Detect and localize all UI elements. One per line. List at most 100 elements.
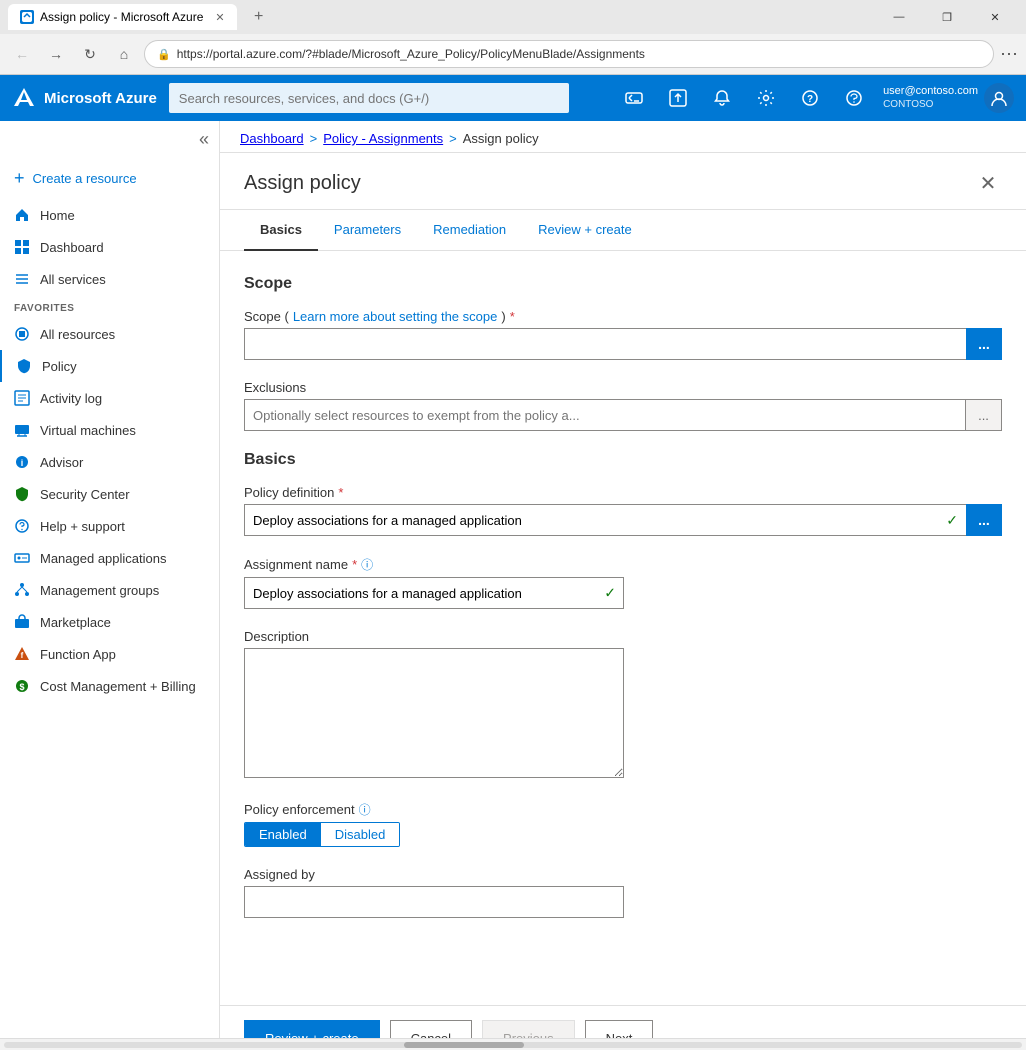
help-icon[interactable]: ? — [795, 83, 825, 113]
sidebar-item-management-groups[interactable]: Management groups — [0, 574, 219, 606]
azure-search[interactable] — [169, 83, 569, 113]
new-tab-button[interactable]: + — [245, 3, 273, 31]
review-create-button[interactable]: Review + create — [244, 1020, 380, 1038]
sidebar-item-marketplace[interactable]: Marketplace — [0, 606, 219, 638]
svg-text:?: ? — [807, 94, 813, 105]
tab-remediation[interactable]: Remediation — [417, 210, 522, 251]
create-resource-button[interactable]: + Create a resource — [0, 158, 219, 199]
scope-learn-more-link[interactable]: Learn more about setting the scope — [293, 309, 498, 324]
assigned-by-group: Assigned by — [244, 867, 1002, 918]
search-input[interactable] — [169, 83, 569, 113]
sidebar-item-advisor[interactable]: i Advisor — [0, 446, 219, 478]
sidebar-item-managed-apps[interactable]: Managed applications — [0, 542, 219, 574]
settings-icon[interactable] — [751, 83, 781, 113]
policy-enforcement-toggle[interactable]: Enabled Disabled — [244, 822, 400, 847]
home-icon — [14, 207, 30, 223]
horizontal-scrollbar[interactable] — [0, 1038, 1026, 1050]
tab-basics[interactable]: Basics — [244, 210, 318, 251]
breadcrumb-dashboard[interactable]: Dashboard — [240, 131, 304, 146]
form-content: Scope Scope (Learn more about setting th… — [220, 251, 1026, 1005]
sidebar-item-activity-log[interactable]: Activity log — [0, 382, 219, 414]
vm-icon — [14, 422, 30, 438]
forward-button[interactable]: → — [42, 40, 70, 68]
all-services-icon — [14, 271, 30, 287]
sidebar-item-help-support[interactable]: Help + support — [0, 510, 219, 542]
policy-label: Policy — [42, 359, 77, 374]
address-bar[interactable]: 🔒 https://portal.azure.com/?#blade/Micro… — [144, 40, 994, 68]
browser-tab[interactable]: Assign policy - Microsoft Azure ✕ — [8, 4, 237, 30]
upload-icon[interactable] — [663, 83, 693, 113]
sidebar-item-all-resources[interactable]: All resources — [0, 318, 219, 350]
tab-parameters[interactable]: Parameters — [318, 210, 417, 251]
scope-paren-close: ) — [501, 309, 505, 324]
enforcement-enabled-option[interactable]: Enabled — [245, 823, 321, 846]
assigned-by-label-text: Assigned by — [244, 867, 315, 882]
tab-close-icon[interactable]: ✕ — [215, 11, 224, 24]
sidebar-item-security-center[interactable]: Security Center — [0, 478, 219, 510]
sidebar-item-policy[interactable]: Policy — [0, 350, 219, 382]
scrollbar-track — [4, 1042, 1022, 1048]
help-support-label: Help + support — [40, 519, 125, 534]
azure-logo[interactable]: Microsoft Azure — [12, 86, 157, 110]
scope-group: Scope ( Learn more about setting the scop… — [244, 309, 1002, 360]
enforcement-disabled-option[interactable]: Disabled — [321, 823, 400, 846]
management-groups-label: Management groups — [40, 583, 159, 598]
sidebar-collapse[interactable]: « — [0, 121, 219, 158]
managed-apps-label: Managed applications — [40, 551, 166, 566]
scope-input[interactable] — [244, 328, 966, 360]
refresh-button[interactable]: ↻ — [76, 40, 104, 68]
browser-nav: ← → ↻ ⌂ 🔒 https://portal.azure.com/?#bla… — [0, 34, 1026, 74]
lock-icon: 🔒 — [157, 48, 171, 61]
breadcrumb-sep1: > — [310, 131, 318, 146]
sidebar-item-all-services[interactable]: All services — [0, 263, 219, 295]
notification-icon[interactable] — [707, 83, 737, 113]
cancel-button[interactable]: Cancel — [390, 1020, 472, 1038]
assigned-by-input[interactable] — [244, 886, 624, 918]
virtual-machines-label: Virtual machines — [40, 423, 136, 438]
scope-label-text: Scope ( — [244, 309, 289, 324]
home-nav-button[interactable]: ⌂ — [110, 40, 138, 68]
user-menu[interactable]: user@contoso.com CONTOSO — [883, 83, 1014, 113]
close-button[interactable]: ✕ — [972, 0, 1018, 34]
back-button[interactable]: ← — [8, 40, 36, 68]
assigned-by-label: Assigned by — [244, 867, 1002, 882]
collapse-icon[interactable]: « — [199, 129, 209, 150]
assignment-name-input[interactable] — [244, 577, 624, 609]
assignment-name-label: Assignment name * ⓘ — [244, 556, 1002, 573]
browser-menu-button[interactable]: ⋯ — [1000, 44, 1018, 65]
exclusions-input[interactable] — [245, 400, 965, 430]
cloud-shell-icon[interactable] — [619, 83, 649, 113]
marketplace-icon — [14, 614, 30, 630]
sidebar-item-home[interactable]: Home — [0, 199, 219, 231]
feedback-icon[interactable] — [839, 83, 869, 113]
sidebar-item-dashboard[interactable]: Dashboard — [0, 231, 219, 263]
scrollbar-thumb[interactable] — [404, 1042, 524, 1048]
policy-def-check-icon: ✓ — [946, 512, 958, 529]
sidebar-item-virtual-machines[interactable]: Virtual machines — [0, 414, 219, 446]
policy-definition-browse-button[interactable]: ... — [966, 504, 1002, 536]
restore-button[interactable]: ❐ — [924, 0, 970, 34]
security-center-label: Security Center — [40, 487, 130, 502]
assignment-name-input-wrapper: ✓ — [244, 577, 624, 609]
scope-browse-button[interactable]: ... — [966, 328, 1002, 360]
sidebar-item-cost-billing[interactable]: $ Cost Management + Billing — [0, 670, 219, 702]
policy-def-label-text: Policy definition — [244, 485, 334, 500]
exclusions-group: Exclusions ... — [244, 380, 1002, 431]
next-button[interactable]: Next — [585, 1020, 654, 1038]
description-input[interactable] — [244, 648, 624, 778]
assignment-name-info-icon[interactable]: ⓘ — [361, 556, 373, 573]
breadcrumb-current: Assign policy — [463, 131, 539, 146]
scope-input-group: ... — [244, 328, 1002, 360]
previous-button: Previous — [482, 1020, 575, 1038]
policy-definition-select[interactable]: Deploy associations for a managed applic… — [244, 504, 966, 536]
tab-review-create[interactable]: Review + create — [522, 210, 648, 251]
sidebar-item-function-app[interactable]: f Function App — [0, 638, 219, 670]
policy-icon — [16, 358, 32, 374]
policy-enforcement-info-icon[interactable]: ⓘ — [359, 801, 371, 818]
breadcrumb-policy-assignments[interactable]: Policy - Assignments — [323, 131, 443, 146]
description-label-text: Description — [244, 629, 309, 644]
exclusions-browse-button[interactable]: ... — [965, 400, 1001, 430]
azure-top-icons: ? user@contoso.com CONTOSO — [619, 83, 1014, 113]
minimize-button[interactable]: — — [876, 0, 922, 34]
panel-close-button[interactable]: ✕ — [974, 169, 1002, 197]
